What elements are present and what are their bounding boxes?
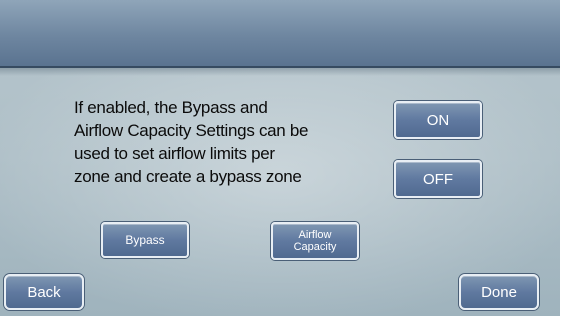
- airflow-label-line1: Airflow: [298, 229, 332, 241]
- bypass-button[interactable]: Bypass: [101, 222, 189, 258]
- airflow-label-line2: Capacity: [293, 241, 337, 253]
- description-line: used to set airflow limits per: [74, 144, 275, 163]
- done-button[interactable]: Done: [459, 274, 539, 310]
- screen-edge: [560, 0, 574, 318]
- airflow-capacity-button[interactable]: Airflow Capacity: [271, 222, 359, 260]
- header-shadow: [0, 66, 560, 76]
- description-line: zone and create a bypass zone: [74, 167, 302, 186]
- on-button[interactable]: ON: [394, 101, 482, 139]
- description-line: Airflow Capacity Settings can be: [74, 121, 309, 140]
- bypass-description: If enabled, the Bypass and Airflow Capac…: [74, 96, 394, 188]
- description-line: If enabled, the Bypass and: [74, 98, 268, 117]
- header-bar: [0, 0, 560, 68]
- bypass-settings-screen: If enabled, the Bypass and Airflow Capac…: [0, 0, 560, 316]
- off-button[interactable]: OFF: [394, 160, 482, 198]
- back-button[interactable]: Back: [4, 274, 84, 310]
